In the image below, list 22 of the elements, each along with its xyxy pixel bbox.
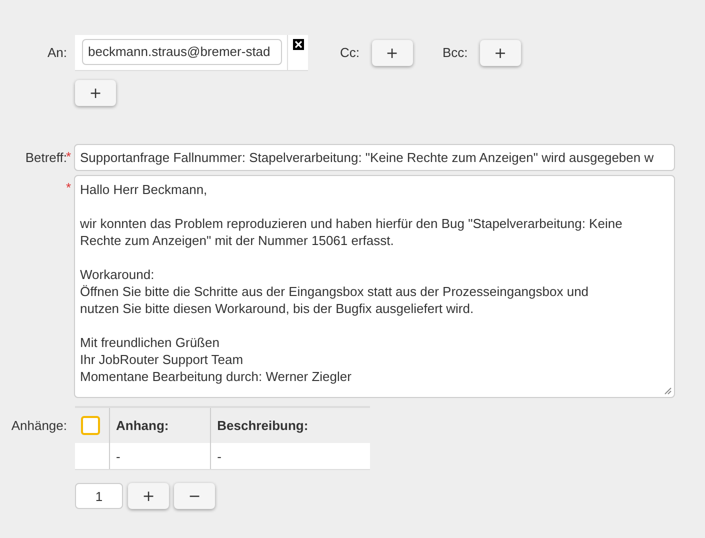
resize-grip-icon[interactable] bbox=[664, 387, 672, 395]
attachments-label: Anhänge: bbox=[10, 418, 67, 433]
row-count-field[interactable]: 1 bbox=[75, 483, 123, 509]
add-bcc-button[interactable]: + bbox=[480, 40, 521, 66]
required-mark: * bbox=[66, 180, 72, 195]
close-icon[interactable] bbox=[293, 39, 304, 50]
table-cell: - bbox=[110, 443, 211, 470]
bcc-label: Bcc: bbox=[442, 45, 468, 60]
cc-label: Cc: bbox=[340, 45, 360, 60]
to-label: An: bbox=[46, 45, 67, 60]
subject-label: Betreff: bbox=[24, 150, 67, 165]
select-all-checkbox[interactable] bbox=[81, 416, 100, 435]
subject-field[interactable]: Supportanfrage Fallnummer: Stapelverarbeitung: "Keine Rechte zum Anzeigen" wird ausgegeben w bbox=[74, 144, 675, 171]
add-row-button[interactable]: + bbox=[128, 483, 169, 509]
add-cc-button[interactable]: + bbox=[372, 40, 412, 66]
required-mark: * bbox=[66, 149, 72, 164]
table-cell: - bbox=[210, 443, 370, 470]
remove-row-button[interactable]: − bbox=[174, 483, 215, 509]
column-header: Beschreibung: bbox=[210, 407, 370, 443]
add-recipient-button[interactable]: + bbox=[75, 80, 116, 106]
message-field[interactable]: Hallo Herr Beckmann, wir konnten das Problem reproduzieren und haben hierfür den Bug "Stapelverarbeitung: Keine Rechte zum Anzeigen" mit der Nummer 15061 erfasst. Workaround: Öffnen Sie bitte die Schritte aus der Eingangsbox statt aus der Prozesseingangsbox und nutzen Sie bitte diesen Workaround, bis der Bugfix ausgeliefert wird. Mit freundlichen Grüßen Ihr JobRouter Support Team Momentane Bearbeitung durch: Werner Ziegler bbox=[74, 175, 675, 398]
email-field[interactable]: beckmann.straus@bremer-stad bbox=[82, 39, 282, 65]
